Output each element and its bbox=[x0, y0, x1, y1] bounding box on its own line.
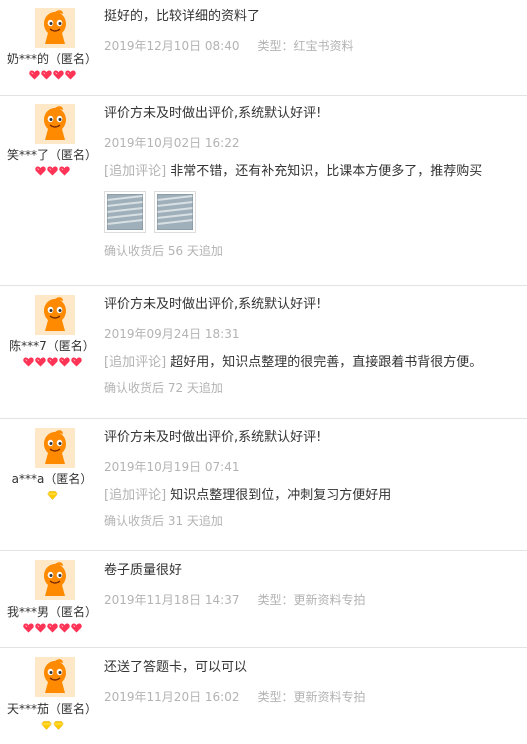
followup-text: 知识点整理很到位，冲刺复习方便好用 bbox=[170, 488, 392, 503]
red-heart-icon bbox=[58, 623, 70, 633]
user-level-hearts bbox=[0, 357, 104, 367]
red-heart-icon bbox=[58, 357, 70, 367]
orange-mascot-avatar-icon bbox=[35, 8, 75, 48]
user-avatar[interactable] bbox=[35, 8, 75, 48]
user-level-diamonds bbox=[0, 491, 104, 500]
user-avatar[interactable] bbox=[35, 560, 75, 600]
red-heart-icon bbox=[34, 166, 46, 176]
review-category: 更新资料专拍 bbox=[293, 593, 366, 607]
review-comment: 评价方未及时做出评价,系统默认好评! bbox=[104, 430, 322, 445]
user-avatar[interactable] bbox=[35, 428, 75, 468]
red-heart-icon bbox=[46, 357, 58, 367]
review-date: 2019年11月18日 14:37 bbox=[104, 593, 240, 607]
followup-text: 超好用，知识点整理的很完善，直接跟着书背很方便。 bbox=[170, 355, 483, 370]
followup-tag: [追加评论] bbox=[104, 355, 167, 370]
followup-text: 非常不错，还有补充知识，比课本方便多了，推荐购买 bbox=[170, 164, 483, 179]
red-heart-icon bbox=[34, 357, 46, 367]
review-comment: 挺好的，比较详细的资料了 bbox=[104, 9, 261, 24]
orange-mascot-avatar-icon bbox=[35, 104, 75, 144]
review-comment: 评价方未及时做出评价,系统默认好评! bbox=[104, 106, 322, 121]
review-comment: 评价方未及时做出评价,系统默认好评! bbox=[104, 297, 322, 312]
red-heart-icon bbox=[52, 70, 64, 80]
red-heart-icon bbox=[34, 623, 46, 633]
review-photo-thumbnail[interactable] bbox=[154, 191, 196, 233]
user-level-hearts bbox=[0, 166, 104, 176]
user-level-hearts bbox=[0, 623, 104, 633]
user-avatar[interactable] bbox=[35, 104, 75, 144]
review-comment: 卷子质量很好 bbox=[104, 563, 183, 578]
orange-mascot-avatar-icon bbox=[35, 560, 75, 600]
orange-mascot-avatar-icon bbox=[35, 657, 75, 697]
user-level-diamonds bbox=[0, 721, 104, 730]
user-level-hearts bbox=[0, 70, 104, 80]
user-name: 奶***的（匿名） bbox=[6, 52, 97, 66]
orange-mascot-avatar-icon bbox=[35, 295, 75, 335]
user-name: a***a（匿名） bbox=[11, 472, 93, 486]
review-item: 陈***7（匿名） 评价方未及时做出评价,系统默认好评! 2019年09月24日… bbox=[0, 286, 527, 419]
category-label: 类型： bbox=[257, 690, 294, 704]
followup-tag: [追加评论] bbox=[104, 488, 167, 503]
review-date: 2019年11月20日 16:02 bbox=[104, 690, 240, 704]
user-name: 天***茄（匿名） bbox=[6, 702, 97, 716]
review-photo-thumbnail[interactable] bbox=[104, 191, 146, 233]
red-heart-icon bbox=[70, 357, 82, 367]
review-photos bbox=[104, 191, 519, 233]
yellow-diamond-icon bbox=[40, 721, 52, 730]
red-heart-icon bbox=[40, 70, 52, 80]
yellow-diamond-icon bbox=[52, 721, 64, 730]
review-item: 天***茄（匿名） 还送了答题卡，可以可以 2019年11月20日 16:02 类… bbox=[0, 648, 527, 744]
category-label: 类型： bbox=[257, 593, 294, 607]
category-label: 类型： bbox=[257, 39, 294, 53]
review-item: a***a（匿名） 评价方未及时做出评价,系统默认好评! 2019年10月19日… bbox=[0, 419, 527, 551]
followup-comment: [追加评论] 非常不错，还有补充知识，比课本方便多了，推荐购买 bbox=[104, 163, 519, 181]
review-date: 2019年10月02日 16:22 bbox=[104, 136, 240, 150]
user-name: 我***男（匿名） bbox=[6, 605, 97, 619]
review-item: 奶***的（匿名） 挺好的，比较详细的资料了 2019年12月10日 08:40… bbox=[0, 0, 527, 96]
review-category: 更新资料专拍 bbox=[293, 690, 366, 704]
followup-time: 确认收货后 56 天追加 bbox=[104, 244, 223, 258]
followup-time: 确认收货后 72 天追加 bbox=[104, 381, 223, 395]
review-category: 红宝书资料 bbox=[293, 39, 354, 53]
followup-comment: [追加评论] 知识点整理很到位，冲刺复习方便好用 bbox=[104, 487, 519, 505]
red-heart-icon bbox=[46, 623, 58, 633]
review-date: 2019年09月24日 18:31 bbox=[104, 327, 240, 341]
red-heart-icon bbox=[28, 70, 40, 80]
user-name: 陈***7（匿名） bbox=[9, 339, 95, 353]
review-item: 我***男（匿名） 卷子质量很好 2019年11月18日 14:37 类型：更新资… bbox=[0, 551, 527, 648]
yellow-diamond-icon bbox=[46, 491, 58, 500]
user-avatar[interactable] bbox=[35, 657, 75, 697]
review-item: 笑***了（匿名） 评价方未及时做出评价,系统默认好评! 2019年10月02日… bbox=[0, 96, 527, 286]
red-heart-icon bbox=[22, 357, 34, 367]
followup-tag: [追加评论] bbox=[104, 164, 167, 179]
user-avatar[interactable] bbox=[35, 295, 75, 335]
red-heart-icon bbox=[58, 166, 70, 176]
review-date: 2019年10月19日 07:41 bbox=[104, 460, 240, 474]
red-heart-icon bbox=[46, 166, 58, 176]
orange-mascot-avatar-icon bbox=[35, 428, 75, 468]
followup-comment: [追加评论] 超好用，知识点整理的很完善，直接跟着书背很方便。 bbox=[104, 354, 519, 372]
followup-time: 确认收货后 31 天追加 bbox=[104, 514, 223, 528]
review-date: 2019年12月10日 08:40 bbox=[104, 39, 240, 53]
red-heart-icon bbox=[22, 623, 34, 633]
red-heart-icon bbox=[70, 623, 82, 633]
user-name: 笑***了（匿名） bbox=[6, 148, 97, 162]
review-comment: 还送了答题卡，可以可以 bbox=[104, 660, 248, 675]
red-heart-icon bbox=[64, 70, 76, 80]
